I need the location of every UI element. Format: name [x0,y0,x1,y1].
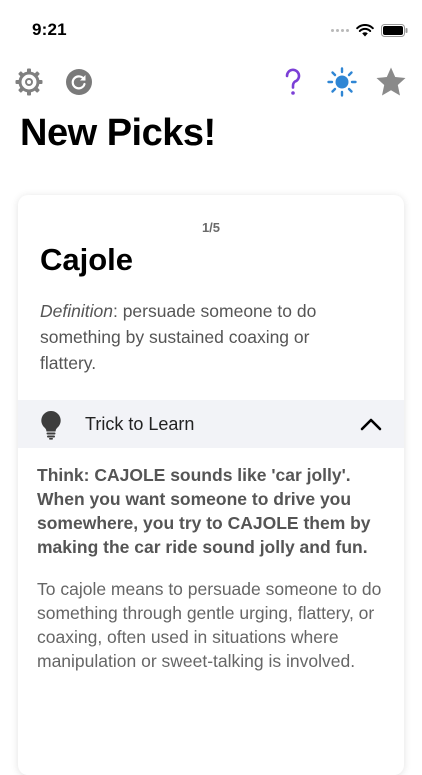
card-counter: 1/5 [201,220,221,235]
toolbar [0,62,422,102]
trick-content: Think: CAJOLE sounds like 'car jolly'. W… [37,463,389,673]
explanation-text: To cajole means to persuade someone to d… [37,579,382,671]
wifi-icon [356,23,374,36]
sun-icon [327,67,357,97]
status-bar: 9:21 [0,0,422,56]
definition: Definition: persuade someone to do somet… [40,298,370,376]
trick-to-learn-label: Trick to Learn [85,414,195,434]
word-card: 1/5 Cajole Definition: persuade someone … [18,195,404,775]
theme-button[interactable] [326,66,358,98]
refresh-icon [66,69,92,95]
gear-icon [15,68,43,96]
definition-label: Definition [40,301,113,321]
settings-button[interactable] [13,66,45,98]
help-icon [285,68,301,95]
battery-icon [381,23,408,37]
page-title: New Picks! [20,112,216,154]
chevron-up-icon [360,418,382,431]
refresh-button[interactable] [63,66,95,98]
word-title: Cajole [40,242,134,277]
help-button[interactable] [277,66,309,98]
status-time: 9:21 [32,20,67,39]
star-icon [376,67,406,96]
status-icons [331,22,408,38]
mnemonic-text: Think: CAJOLE sounds like 'car jolly'. W… [37,465,371,557]
cellular-signal-icon [331,28,349,32]
favorite-button[interactable] [375,66,407,98]
trick-to-learn-toggle[interactable]: Trick to Learn [18,400,404,448]
lightbulb-icon [41,410,61,440]
